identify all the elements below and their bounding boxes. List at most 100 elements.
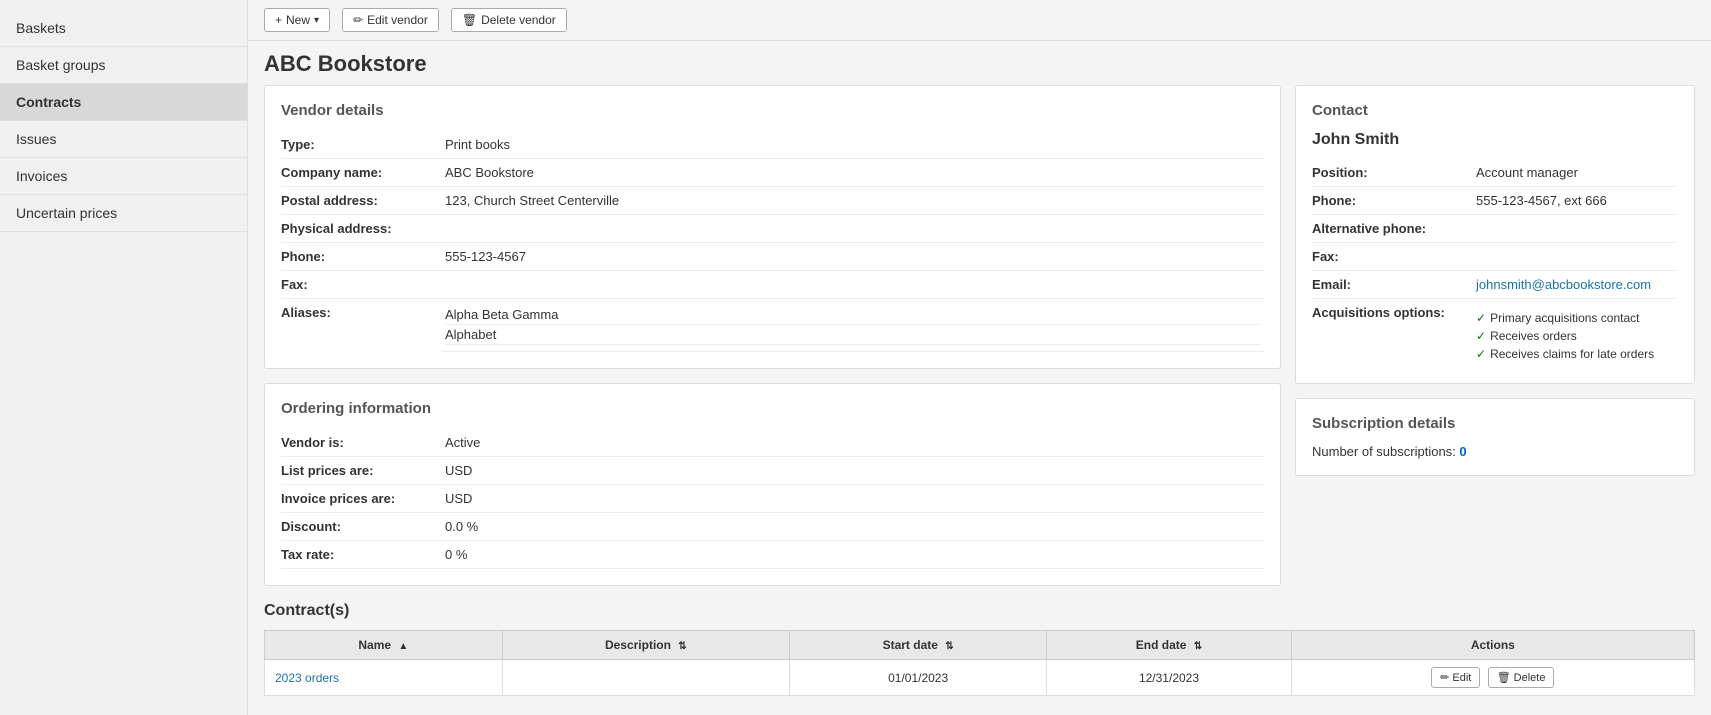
alias-item-0: Alpha Beta Gamma [445, 305, 1260, 325]
new-button-label: New [286, 13, 310, 27]
invoice-prices-value: USD [441, 485, 1264, 513]
vendor-is-label: Vendor is: [281, 429, 441, 457]
sidebar-item-uncertain-prices[interactable]: Uncertain prices [0, 195, 247, 232]
sidebar-item-basket-groups[interactable]: Basket groups [0, 47, 247, 84]
plus-icon: + [275, 13, 282, 27]
type-value: Print books [441, 131, 1264, 159]
phone-label: Phone: [281, 243, 441, 271]
table-row: 2023 orders 01/01/2023 12/31/2023 ✏ Edit… [265, 660, 1695, 696]
contact-name: John Smith [1312, 131, 1678, 149]
vendor-details-title: Vendor details [281, 102, 1264, 119]
contract-name-link[interactable]: 2023 orders [275, 671, 339, 685]
check-icon-2: ✓ [1476, 347, 1486, 361]
col-actions: Actions [1291, 631, 1694, 660]
vendor-details-card: Vendor details Type: Print books Company… [264, 85, 1281, 369]
postal-address-label: Postal address: [281, 187, 441, 215]
aliases-label: Aliases: [281, 299, 441, 352]
aliases-container: Alpha Beta Gamma Alphabet [441, 299, 1264, 352]
company-name-label: Company name: [281, 159, 441, 187]
discount-value: 0.0 % [441, 513, 1264, 541]
edit-icon: ✏ [1440, 671, 1449, 684]
delete-vendor-label: Delete vendor [481, 13, 556, 27]
num-subscriptions-value: 0 [1459, 444, 1466, 459]
dropdown-arrow-icon: ▾ [314, 15, 319, 26]
invoice-prices-label: Invoice prices are: [281, 485, 441, 513]
ordering-info-card: Ordering information Vendor is: Active L… [264, 383, 1281, 586]
pencil-icon: ✏ [353, 13, 363, 27]
contracts-table-body: 2023 orders 01/01/2023 12/31/2023 ✏ Edit… [265, 660, 1695, 696]
ordering-info-title: Ordering information [281, 400, 1264, 417]
acq-option-label-0: Primary acquisitions contact [1490, 311, 1639, 325]
content-area: Vendor details Type: Print books Company… [248, 85, 1711, 602]
list-prices-label: List prices are: [281, 457, 441, 485]
email-link[interactable]: johnsmith@abcbookstore.com [1476, 277, 1651, 292]
contract-end-date-cell: 12/31/2023 [1047, 660, 1291, 696]
contracts-section-title: Contract(s) [264, 602, 1695, 620]
contracts-table-head: Name ▲ Description ⇅ Start date ⇅ End da… [265, 631, 1695, 660]
toolbar: + New ▾ ✏ Edit vendor 🗑 Delete vendor [248, 0, 1711, 41]
contact-section-title: Contact [1312, 102, 1678, 119]
postal-address-value: 123, Church Street Centerville [441, 187, 1264, 215]
subscription-details-card: Subscription details Number of subscript… [1295, 398, 1695, 476]
contracts-header-row: Name ▲ Description ⇅ Start date ⇅ End da… [265, 631, 1695, 660]
sidebar-item-invoices[interactable]: Invoices [0, 158, 247, 195]
position-label: Position: [1312, 159, 1472, 187]
acquisitions-label: Acquisitions options: [1312, 299, 1472, 367]
contact-fax-label: Fax: [1312, 243, 1472, 271]
sidebar-item-contracts[interactable]: Contracts [0, 84, 247, 121]
vendor-details-grid: Type: Print books Company name: ABC Book… [281, 131, 1264, 352]
delete-vendor-button[interactable]: 🗑 Delete vendor [451, 8, 567, 32]
tax-rate-value: 0 % [441, 541, 1264, 569]
position-value: Account manager [1472, 159, 1678, 187]
acq-option-label-1: Receives orders [1490, 329, 1577, 343]
sort-desc-icon-end: ⇅ [1194, 641, 1202, 652]
main-content: + New ▾ ✏ Edit vendor 🗑 Delete vendor AB… [248, 0, 1711, 715]
page-title: ABC Bookstore [248, 41, 1711, 85]
contract-delete-button[interactable]: 🗑 Delete [1488, 667, 1555, 688]
col-name[interactable]: Name ▲ [265, 631, 503, 660]
contract-start-date-cell: 01/01/2023 [789, 660, 1046, 696]
delete-icon: 🗑 [1497, 671, 1511, 684]
contract-edit-button[interactable]: ✏ Edit [1431, 667, 1480, 688]
alias-item-1: Alphabet [445, 325, 1260, 345]
contact-phone-label: Phone: [1312, 187, 1472, 215]
email-label: Email: [1312, 271, 1472, 299]
acquisitions-options: ✓ Primary acquisitions contact ✓ Receive… [1476, 311, 1674, 361]
left-column: Vendor details Type: Print books Company… [264, 85, 1281, 586]
contracts-section: Contract(s) Name ▲ Description ⇅ Start d… [248, 602, 1711, 712]
ordering-info-grid: Vendor is: Active List prices are: USD I… [281, 429, 1264, 569]
acq-option-1: ✓ Receives orders [1476, 329, 1674, 343]
col-description[interactable]: Description ⇅ [502, 631, 789, 660]
contact-fax-value [1472, 243, 1678, 271]
sort-asc-icon: ▲ [398, 641, 408, 652]
tax-rate-label: Tax rate: [281, 541, 441, 569]
type-label: Type: [281, 131, 441, 159]
sidebar-item-issues[interactable]: Issues [0, 121, 247, 158]
contact-phone-value: 555-123-4567, ext 666 [1472, 187, 1678, 215]
acq-option-label-2: Receives claims for late orders [1490, 347, 1654, 361]
sidebar-item-baskets[interactable]: Baskets [0, 10, 247, 47]
new-button[interactable]: + New ▾ [264, 8, 330, 32]
trash-icon: 🗑 [462, 13, 477, 27]
contracts-table: Name ▲ Description ⇅ Start date ⇅ End da… [264, 630, 1695, 696]
alt-phone-value [1472, 215, 1678, 243]
contact-grid: Position: Account manager Phone: 555-123… [1312, 159, 1678, 367]
contract-name-cell: 2023 orders [265, 660, 503, 696]
contact-card: Contact John Smith Position: Account man… [1295, 85, 1695, 384]
edit-vendor-button[interactable]: ✏ Edit vendor [342, 8, 439, 32]
acq-option-2: ✓ Receives claims for late orders [1476, 347, 1674, 361]
subscription-title: Subscription details [1312, 415, 1678, 432]
right-column: Contact John Smith Position: Account man… [1295, 85, 1695, 586]
vendor-is-value: Active [441, 429, 1264, 457]
physical-address-label: Physical address: [281, 215, 441, 243]
sort-desc-icon-start: ⇅ [945, 641, 953, 652]
subscription-count-row: Number of subscriptions: 0 [1312, 444, 1678, 459]
acquisitions-options-container: ✓ Primary acquisitions contact ✓ Receive… [1472, 299, 1678, 367]
fax-value [441, 271, 1264, 299]
col-start-date[interactable]: Start date ⇅ [789, 631, 1046, 660]
fax-label: Fax: [281, 271, 441, 299]
num-subscriptions-label: Number of subscriptions: [1312, 444, 1456, 459]
col-end-date[interactable]: End date ⇅ [1047, 631, 1291, 660]
check-icon-0: ✓ [1476, 311, 1486, 325]
phone-value: 555-123-4567 [441, 243, 1264, 271]
